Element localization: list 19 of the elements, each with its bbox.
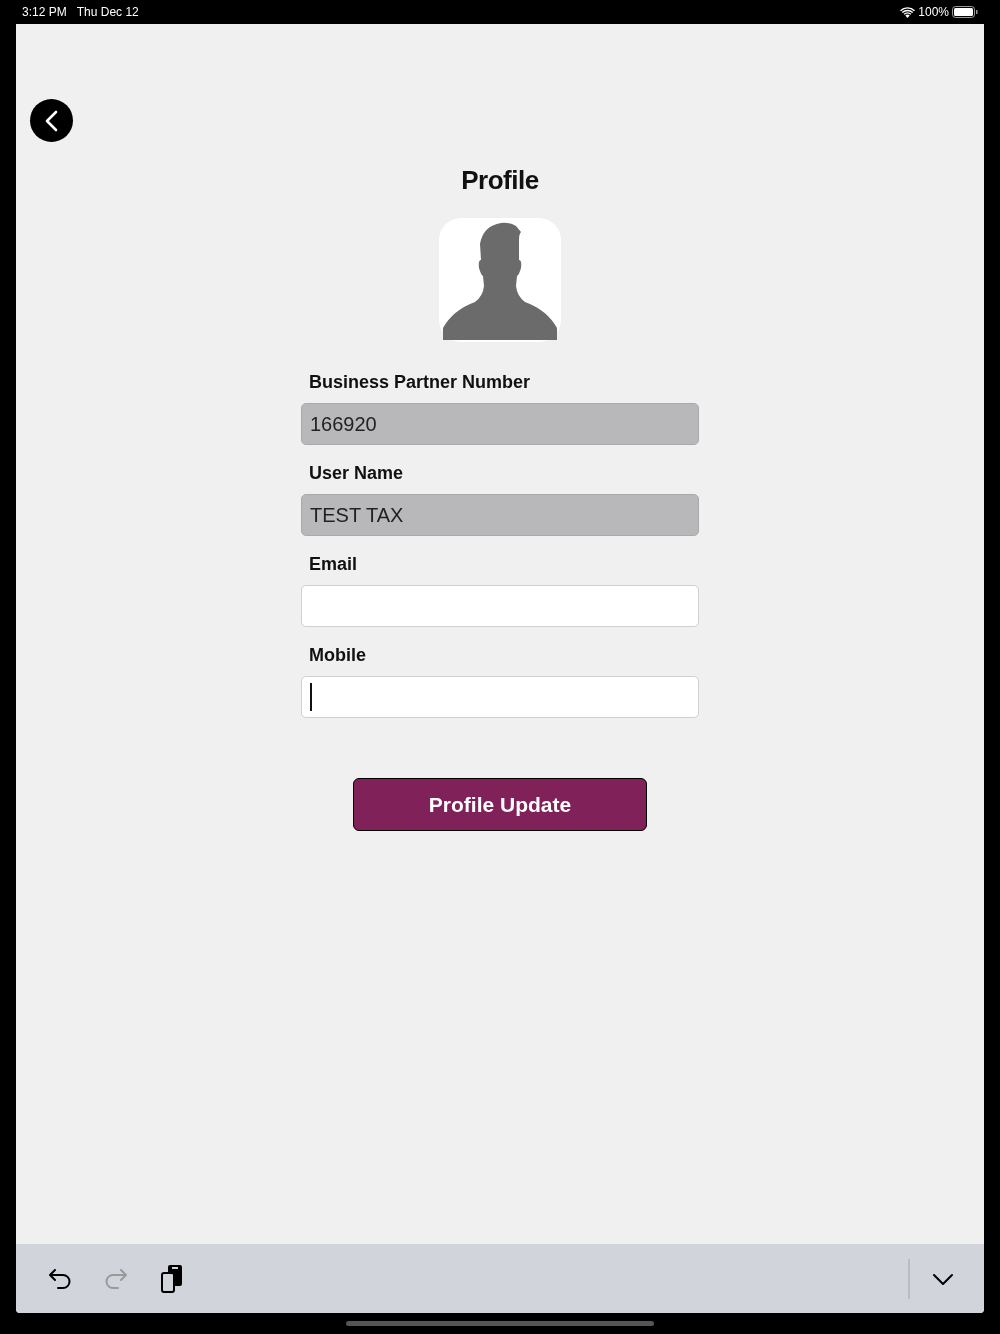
chevron-left-icon xyxy=(43,109,60,132)
battery-icon xyxy=(952,6,978,18)
profile-update-button[interactable]: Profile Update xyxy=(353,778,647,831)
paste-icon[interactable] xyxy=(160,1263,184,1294)
input-field[interactable] xyxy=(301,585,699,627)
field-label: Mobile xyxy=(308,645,367,666)
chevron-down-icon[interactable] xyxy=(932,1271,954,1286)
page-title: Profile xyxy=(461,165,539,196)
status-date: Thu Dec 12 xyxy=(76,5,139,19)
undo-icon[interactable] xyxy=(48,1267,72,1290)
status-time: 3:12 PM xyxy=(22,5,67,19)
field-label: Email xyxy=(308,554,359,575)
field-label: Business Partner Number xyxy=(308,372,532,393)
wifi-icon xyxy=(900,6,916,18)
input-field[interactable] xyxy=(301,676,699,718)
field-label: User Name xyxy=(308,463,405,484)
battery-percent: 100% xyxy=(918,5,949,19)
avatar-silhouette-icon xyxy=(439,218,561,342)
back-button[interactable] xyxy=(30,99,73,142)
